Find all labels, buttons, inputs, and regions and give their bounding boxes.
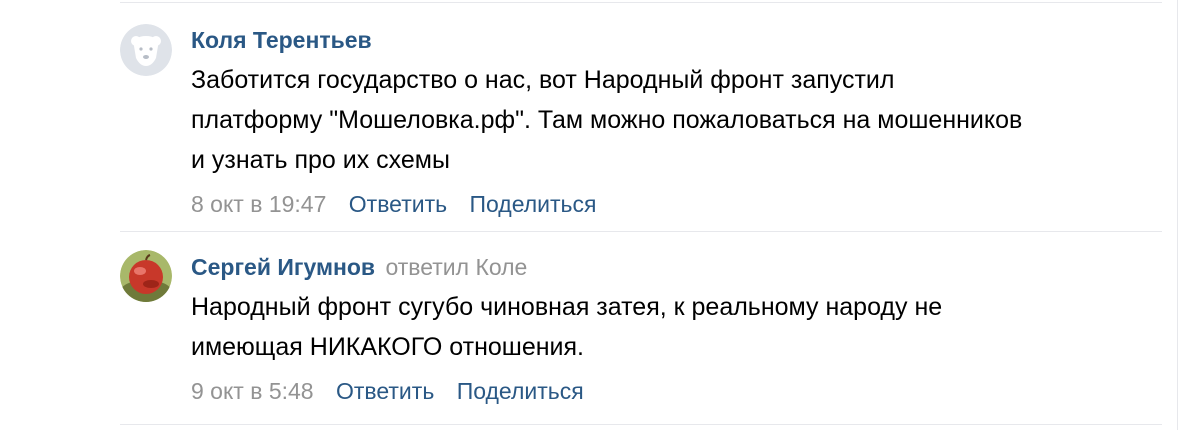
comment-meta: 9 окт в 5:48 Ответить Поделиться — [191, 377, 1170, 405]
reply-to-link[interactable]: ответил Коле — [385, 254, 527, 280]
comment-author-link[interactable]: Коля Терентьев — [191, 27, 372, 53]
comment-date[interactable]: 9 окт в 5:48 — [191, 378, 314, 404]
bottom-divider — [120, 424, 1162, 425]
comment-meta: 8 окт в 19:47 Ответить Поделиться — [191, 190, 1170, 218]
comment-header: Сергей Игумнов ответил Коле — [191, 253, 1170, 281]
scrollbar-track[interactable] — [1177, 0, 1200, 430]
share-button[interactable]: Поделиться — [469, 191, 596, 217]
comments-panel: Коля Терентьев Заботится государство о н… — [0, 0, 1200, 430]
default-bear-avatar-icon[interactable] — [120, 24, 172, 76]
reply-button[interactable]: Ответить — [349, 191, 447, 217]
comment-author-link[interactable]: Сергей Игумнов — [191, 254, 375, 280]
top-divider — [120, 2, 1162, 3]
apple-photo-avatar[interactable] — [120, 250, 172, 302]
comment-header: Коля Терентьев — [191, 26, 1170, 54]
comment-text: Заботится государство о нас, вот Народны… — [191, 66, 1023, 174]
comment-divider — [120, 231, 1162, 232]
reply-button[interactable]: Ответить — [336, 378, 434, 404]
comment-body: Коля Терентьев Заботится государство о н… — [191, 26, 1170, 218]
comment-date[interactable]: 8 окт в 19:47 — [191, 191, 326, 217]
comment-text: Народный фронт сугубо чиновная затея, к … — [191, 293, 943, 361]
share-button[interactable]: Поделиться — [457, 378, 584, 404]
comment-body: Сергей Игумнов ответил Коле Народный фро… — [191, 253, 1170, 405]
